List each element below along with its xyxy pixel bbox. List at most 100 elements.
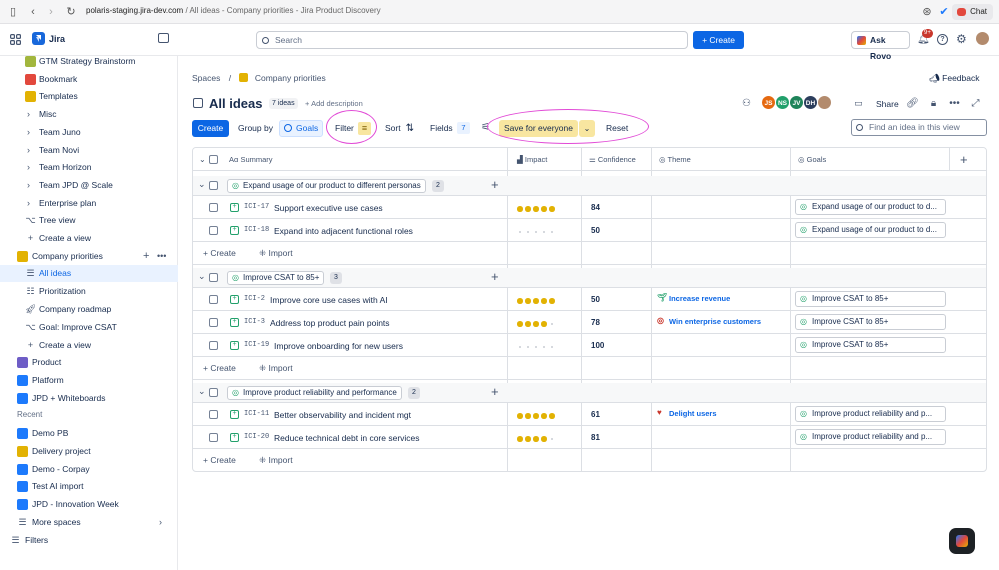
app-name[interactable]: Jira	[49, 34, 65, 44]
theme-tag[interactable]: 🌱︎ Increase revenue	[657, 293, 730, 303]
table-row[interactable]: + ICI-18 Expand into adjacent functional r…	[193, 219, 986, 242]
sidebar-view[interactable]: ⌥ Goal: Improve CSAT	[0, 319, 178, 336]
table-row[interactable]: + ICI-11 Better observability and incident…	[193, 403, 986, 426]
sidebar-recent[interactable]: Demo - Corpay	[0, 461, 178, 478]
feedback-button[interactable]: 📣︎ Feedback	[929, 73, 980, 84]
idea-summary[interactable]: Expand into adjacent functional roles	[274, 226, 413, 236]
more-icon[interactable]: •••	[946, 95, 963, 112]
more-icon[interactable]: •••	[157, 248, 166, 265]
goal-chip[interactable]: ◎ Improve CSAT to 85+	[795, 314, 946, 330]
confidence-value[interactable]: 61	[591, 410, 600, 419]
idea-summary[interactable]: Support executive use cases	[274, 203, 383, 213]
row-checkbox[interactable]	[209, 318, 218, 327]
issue-key[interactable]: ICI-18	[244, 226, 269, 234]
chevron-down-icon[interactable]: ⌄	[198, 179, 206, 190]
chevron-right-icon[interactable]: ›	[27, 124, 30, 141]
create-idea-inline-button[interactable]: + Create	[203, 363, 236, 373]
impact-rating[interactable]	[517, 226, 557, 234]
plus-icon[interactable]: +	[143, 248, 149, 265]
add-column-button[interactable]: +	[960, 148, 968, 171]
collaborator-avatar[interactable]: JV	[789, 95, 804, 110]
sidebar-item[interactable]: + Create a view	[0, 230, 178, 247]
goal-chip[interactable]: ◎ Improve product reliability and perform…	[227, 386, 402, 400]
issue-key[interactable]: ICI-3	[244, 318, 265, 326]
search-input[interactable]: Search	[256, 31, 688, 49]
row-checkbox[interactable]	[209, 295, 218, 304]
issue-key[interactable]: ICI-17	[244, 203, 269, 211]
impact-rating[interactable]	[517, 203, 557, 212]
fields-button[interactable]: Fields	[430, 120, 453, 137]
idea-summary[interactable]: Improve onboarding for new users	[274, 341, 403, 351]
add-description[interactable]: + Add description	[305, 99, 363, 108]
chevron-right-icon[interactable]: ›	[27, 177, 30, 194]
back-icon[interactable]: ‹	[26, 5, 40, 19]
sidebar-item[interactable]: › Misc	[0, 106, 178, 123]
rovo-chat-button[interactable]	[949, 528, 975, 554]
impact-rating[interactable]	[517, 433, 557, 442]
issue-key[interactable]: ICI-19	[244, 341, 269, 349]
table-row[interactable]: + ICI-2 Improve core use cases with AI 50 🌱︎…	[193, 288, 986, 311]
issue-key[interactable]: ICI-20	[244, 433, 269, 441]
goal-chip[interactable]: ◎ Improve CSAT to 85+	[795, 291, 946, 307]
collapse-all-chevron-icon[interactable]: ⌄	[199, 148, 206, 171]
idea-summary[interactable]: Address top product pain points	[270, 318, 390, 328]
page-title[interactable]: All ideas	[209, 96, 262, 111]
breadcrumb-project[interactable]: Company priorities	[255, 73, 326, 83]
impact-rating[interactable]	[517, 341, 557, 349]
sidebar-item[interactable]: › Team Novi	[0, 142, 178, 159]
confidence-value[interactable]: 81	[591, 433, 600, 442]
chevron-down-icon[interactable]: ⌄	[198, 386, 206, 397]
sidebar-view[interactable]: ☰ All ideas	[0, 265, 178, 282]
sidebar-view[interactable]: ☷ Prioritization	[0, 283, 178, 300]
share-button[interactable]: Share	[872, 96, 903, 112]
sidebar-item[interactable]: ⌥ Tree view	[0, 212, 178, 229]
confidence-value[interactable]: 78	[591, 318, 600, 327]
chevron-right-icon[interactable]: ›	[27, 195, 30, 212]
sidebar-recent[interactable]: Test AI import	[0, 478, 178, 495]
row-checkbox[interactable]	[209, 226, 218, 235]
select-all-checkbox[interactable]	[209, 155, 218, 164]
collaborator-avatar[interactable]: JS	[761, 95, 776, 110]
idea-summary[interactable]: Improve core use cases with AI	[270, 295, 388, 305]
sidebar-space[interactable]: Product	[0, 354, 178, 371]
group-header[interactable]: ⌄ ◎ Improve CSAT to 85+ +3	[193, 268, 986, 288]
theme-tag[interactable]: ♥ Delight users	[657, 408, 717, 418]
chevron-right-icon[interactable]: ›	[27, 159, 30, 176]
goal-chip[interactable]: ◎ Expand usage of our product to differen…	[227, 179, 426, 193]
row-checkbox[interactable]	[209, 410, 218, 419]
impact-rating[interactable]	[517, 295, 557, 304]
collaborator-avatar[interactable]	[817, 95, 832, 110]
sidebar-item[interactable]: › Team Juno	[0, 124, 178, 141]
create-idea-inline-button[interactable]: + Create	[203, 455, 236, 465]
sidebar-toggle-icon[interactable]: ▯	[6, 5, 20, 19]
profile-avatar[interactable]	[976, 32, 989, 45]
fullscreen-icon[interactable]: ⤢	[967, 95, 984, 112]
impact-rating[interactable]	[517, 318, 557, 327]
more-spaces[interactable]: ☰ More spaces ›	[0, 514, 178, 531]
import-button[interactable]: ⁜ Import	[259, 363, 293, 374]
reload-icon[interactable]: ↻	[64, 5, 78, 19]
chevron-down-icon[interactable]: ⌄	[198, 271, 206, 282]
goal-chip[interactable]: ◎ Improve CSAT to 85+	[795, 337, 946, 353]
create-idea-inline-button[interactable]: + Create	[203, 248, 236, 258]
add-idea-to-group-button[interactable]: +	[491, 384, 499, 399]
link-icon[interactable]: 🔗︎	[904, 95, 921, 112]
extension-check-icon[interactable]: ✔	[937, 5, 951, 19]
goal-chip[interactable]: ◎ Improve CSAT to 85+	[227, 271, 325, 285]
sidebar-view[interactable]: + Create a view	[0, 337, 178, 354]
row-checkbox[interactable]	[209, 203, 218, 212]
chat-button[interactable]: Chat	[952, 4, 993, 20]
goal-chip[interactable]: ◎ Improve product reliability and p...	[795, 429, 946, 445]
create-idea-button[interactable]: Create	[192, 120, 229, 137]
collaborator-avatar[interactable]: DH	[803, 95, 818, 110]
goal-chip[interactable]: ◎ Improve product reliability and p...	[795, 406, 946, 422]
group-checkbox[interactable]	[209, 273, 218, 282]
app-switcher-icon[interactable]	[10, 34, 21, 45]
find-idea-input[interactable]: Find an idea in this view	[851, 119, 987, 136]
sidebar-recent[interactable]: JPD - Innovation Week	[0, 496, 178, 513]
add-idea-to-group-button[interactable]: +	[491, 269, 499, 284]
forward-icon[interactable]: ›	[44, 5, 58, 19]
column-goals[interactable]: ◎ Goals	[798, 148, 826, 171]
import-button[interactable]: ⁜ Import	[259, 455, 293, 466]
filters[interactable]: ☰ Filters	[0, 532, 178, 549]
